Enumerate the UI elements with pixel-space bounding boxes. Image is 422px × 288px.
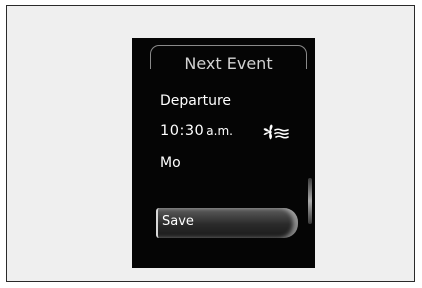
fan-icon xyxy=(263,124,289,140)
time-value: 10:30 xyxy=(160,123,205,139)
save-button-label: Save xyxy=(162,214,194,229)
screen-title: Next Event xyxy=(184,54,273,73)
save-button[interactable]: Save xyxy=(156,208,298,238)
time-period: a.m. xyxy=(206,124,233,138)
event-time: 10:30 a.m. xyxy=(160,123,233,139)
scroll-indicator[interactable] xyxy=(308,178,312,224)
title-bar: Next Event xyxy=(150,45,307,73)
figure-frame: Next Event Departure 10:30 a.m. Mo Save xyxy=(6,5,415,282)
event-label: Departure xyxy=(160,93,232,109)
display-screen: Next Event Departure 10:30 a.m. Mo Save xyxy=(132,38,315,268)
event-day: Mo xyxy=(160,155,181,171)
